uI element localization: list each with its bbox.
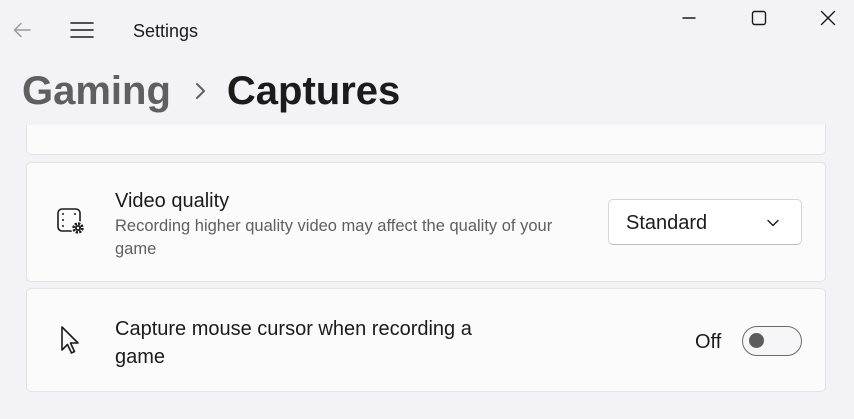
mouse-pointer-icon: [61, 326, 79, 354]
close-button[interactable]: [805, 2, 851, 34]
breadcrumb: Gaming Captures: [22, 66, 400, 116]
chevron-right-icon: [195, 83, 205, 99]
toggle-knob: [749, 333, 764, 348]
capture-cursor-card: Capture mouse cursor when recording a ga…: [26, 288, 826, 392]
back-arrow-icon: [13, 22, 31, 38]
close-icon: [820, 10, 836, 26]
capture-cursor-title: Capture mouse cursor when recording a ga…: [115, 318, 472, 368]
video-quality-selected-value: Standard: [626, 212, 708, 234]
video-quality-dropdown[interactable]: Standard: [608, 199, 802, 245]
app-title: Settings: [133, 21, 199, 41]
minimize-button[interactable]: [666, 2, 712, 34]
navigation-menu-button[interactable]: [66, 16, 98, 44]
maximize-button[interactable]: [736, 2, 782, 34]
chevron-down-icon: [767, 219, 779, 227]
hamburger-menu-icon: [70, 22, 94, 38]
video-quality-title: Video quality: [115, 190, 230, 212]
page-title: Captures: [226, 69, 401, 113]
minimize-icon: [682, 17, 696, 19]
breadcrumb-parent-link[interactable]: Gaming: [22, 66, 171, 116]
breadcrumb-separator: [193, 81, 207, 101]
back-button[interactable]: [8, 16, 36, 44]
toggle-state-label: Off: [695, 331, 722, 353]
title-bar: Settings: [0, 0, 854, 60]
capture-cursor-toggle[interactable]: [742, 326, 802, 356]
settings-card-above: [26, 125, 826, 155]
video-settings-icon: [57, 208, 85, 235]
video-quality-card: Video quality Recording higher quality v…: [26, 162, 826, 282]
video-quality-description: Recording higher quality video may affec…: [115, 217, 553, 258]
maximize-icon: [751, 10, 767, 26]
